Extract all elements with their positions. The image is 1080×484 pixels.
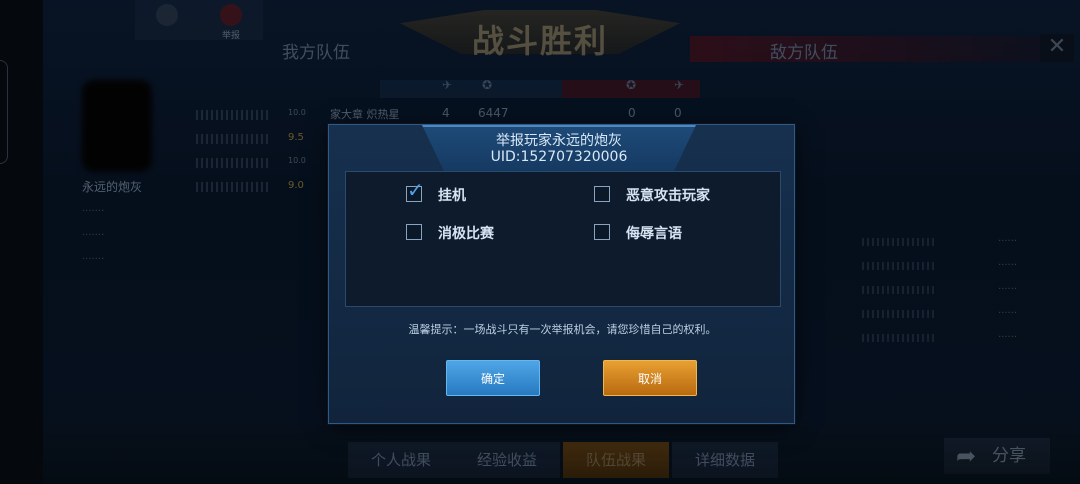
option-label: 挂机 <box>438 188 466 204</box>
checkmark-icon: ✓ <box>407 178 424 202</box>
tip-text: 温馨提示：一场战斗只有一次举报机会，请您珍惜自己的权利。 <box>408 323 717 336</box>
dialog-uid: UID:152707320006 <box>490 149 628 165</box>
checkbox-insulting-language[interactable] <box>594 224 610 240</box>
report-options: ✓ 挂机 恶意攻击玩家 消极比赛 侮辱言语 <box>345 171 781 307</box>
option-insulting-language[interactable]: 侮辱言语 <box>594 222 744 244</box>
option-malicious-attack[interactable]: 恶意攻击玩家 <box>594 184 744 206</box>
dialog-title: 举报玩家永远的炮灰 <box>496 133 622 149</box>
game-screen: 举报 战斗胜利 我方队伍 敌方队伍 ✕ ✈ ✪ ✪ ✈ 10.0 家大章 炽热星… <box>0 0 1080 484</box>
left-edge-bar <box>0 0 43 484</box>
report-dialog: 举报玩家永远的炮灰 UID:152707320006 ✓ 挂机 恶意攻击玩家 消… <box>328 124 795 424</box>
cancel-button[interactable]: 取消 <box>603 360 697 396</box>
option-label: 侮辱言语 <box>626 226 682 242</box>
checkbox-passive-play[interactable] <box>406 224 422 240</box>
option-label: 恶意攻击玩家 <box>626 188 710 204</box>
option-label: 消极比赛 <box>438 226 494 242</box>
checkbox-malicious-attack[interactable] <box>594 186 610 202</box>
option-passive-play[interactable]: 消极比赛 <box>406 222 556 244</box>
option-afk[interactable]: ✓ 挂机 <box>406 178 556 206</box>
confirm-button[interactable]: 确定 <box>446 360 540 396</box>
